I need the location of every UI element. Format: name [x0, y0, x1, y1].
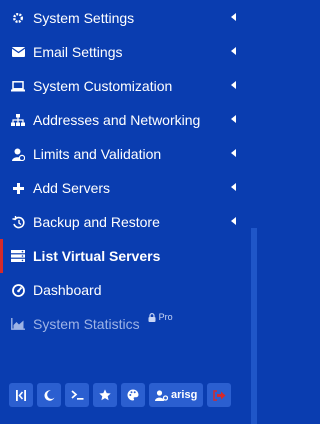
lock-icon [148, 312, 156, 322]
server-list-icon [11, 249, 25, 263]
menu-addresses-networking[interactable]: Addresses and Networking [0, 103, 250, 137]
menu-system-statistics[interactable]: System Statistics Pro [0, 307, 250, 341]
menu-label: System Statistics [33, 316, 140, 332]
laptop-icon [11, 79, 25, 93]
collapse-icon [15, 389, 27, 401]
gear-icon [11, 11, 25, 25]
menu-limits-validation[interactable]: Limits and Validation [0, 137, 250, 171]
menu-label: System Settings [33, 10, 135, 26]
theme-button[interactable] [121, 383, 145, 407]
chevron-left-icon [231, 13, 236, 21]
logout-icon [213, 389, 226, 401]
area-chart-icon [11, 317, 25, 331]
menu-list-virtual-servers[interactable]: List Virtual Servers [0, 239, 250, 273]
menu-label: Dashboard [33, 282, 102, 298]
dashboard-icon [11, 283, 25, 297]
menu-label: List Virtual Servers [33, 248, 161, 264]
user-cog-icon [155, 389, 168, 401]
plus-icon [11, 181, 25, 195]
palette-icon [127, 389, 139, 401]
moon-icon [43, 389, 55, 401]
chevron-left-icon [231, 81, 236, 89]
user-limits-icon [11, 147, 25, 161]
chevron-left-icon [231, 217, 236, 225]
menu-add-servers[interactable]: Add Servers [0, 171, 250, 205]
menu-label: Limits and Validation [33, 146, 162, 162]
chevron-left-icon [231, 47, 236, 55]
user-account-button[interactable]: arisg [149, 383, 204, 407]
envelope-icon [11, 45, 25, 59]
logout-button[interactable] [207, 383, 232, 407]
sidebar-toolbar: arisg [9, 383, 232, 407]
sidebar: System Settings Email Settings System Cu… [0, 0, 257, 424]
menu-label: System Customization [33, 78, 173, 94]
dark-mode-button[interactable] [37, 383, 61, 407]
terminal-icon [70, 390, 84, 400]
username: arisg [171, 389, 198, 401]
menu-backup-restore[interactable]: Backup and Restore [0, 205, 250, 239]
pro-badge: Pro [148, 312, 173, 322]
menu-system-customization[interactable]: System Customization [0, 69, 250, 103]
chevron-left-icon [231, 149, 236, 157]
collapse-sidebar-button[interactable] [9, 383, 33, 407]
star-icon [99, 389, 111, 401]
scrollbar[interactable] [251, 228, 257, 424]
menu-system-settings[interactable]: System Settings [0, 1, 250, 35]
chevron-left-icon [231, 183, 236, 191]
network-icon [11, 113, 25, 127]
menu-label: Email Settings [33, 44, 123, 60]
menu-label: Addresses and Networking [33, 112, 201, 128]
chevron-left-icon [231, 115, 236, 123]
menu-email-settings[interactable]: Email Settings [0, 35, 250, 69]
menu-label: Backup and Restore [33, 214, 160, 230]
menu-label: Add Servers [33, 180, 111, 196]
pro-badge-label: Pro [158, 312, 173, 322]
favorites-button[interactable] [93, 383, 117, 407]
terminal-button[interactable] [65, 383, 89, 407]
history-icon [11, 215, 25, 229]
menu-dashboard[interactable]: Dashboard [0, 273, 250, 307]
